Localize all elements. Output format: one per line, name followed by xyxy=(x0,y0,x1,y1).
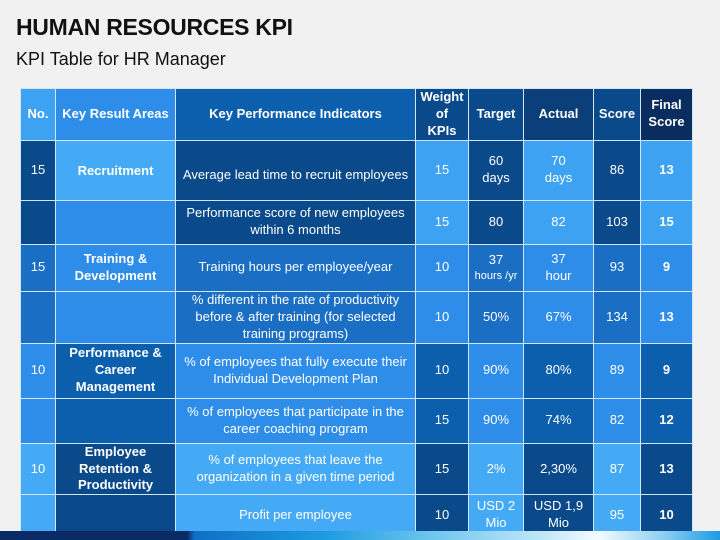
table-row: % of employees that participate in the c… xyxy=(20,397,693,444)
cell-final: 12 xyxy=(640,397,693,444)
cell-actual: 70 days xyxy=(523,139,594,201)
header-score: Score xyxy=(593,88,641,141)
cell-actual: 2,30% xyxy=(523,442,594,496)
cell-no xyxy=(20,290,56,344)
cell-no xyxy=(20,494,56,537)
cell-weight: 15 xyxy=(415,442,469,496)
actual-unit: Mio xyxy=(548,515,569,531)
cell-no: 15 xyxy=(20,243,56,292)
cell-weight: 15 xyxy=(415,397,469,444)
cell-actual: 37 hour xyxy=(523,243,594,292)
cell-actual: 80% xyxy=(523,342,594,399)
table-row: 15 Training & Development Training hours… xyxy=(20,243,693,292)
cell-score: 103 xyxy=(593,199,641,245)
cell-kpi: Performance score of new employees withi… xyxy=(175,199,416,245)
cell-target: 90% xyxy=(468,397,524,444)
cell-target: 50% xyxy=(468,290,524,344)
cell-score: 89 xyxy=(593,342,641,399)
header-kra: Key Result Areas xyxy=(55,88,176,141)
cell-score: 87 xyxy=(593,442,641,496)
cell-no xyxy=(20,199,56,245)
cell-score: 86 xyxy=(593,139,641,201)
cell-score: 93 xyxy=(593,243,641,292)
cell-weight: 10 xyxy=(415,243,469,292)
cell-kra: Training & Development xyxy=(55,243,176,292)
cell-final: 15 xyxy=(640,199,693,245)
cell-kpi: Profit per employee xyxy=(175,494,416,537)
cell-final: 9 xyxy=(640,342,693,399)
cell-no: 15 xyxy=(20,139,56,201)
actual-unit: days xyxy=(544,170,573,186)
cell-final: 13 xyxy=(640,290,693,344)
table-row: Performance score of new employees withi… xyxy=(20,199,693,245)
header-actual: Actual xyxy=(523,88,594,141)
cell-kpi: % of employees that participate in the c… xyxy=(175,397,416,444)
cell-target: 80 xyxy=(468,199,524,245)
cell-weight: 10 xyxy=(415,342,469,399)
cell-kpi: Average lead time to recruit employees xyxy=(175,139,416,201)
cell-kra: Performance & Career Management xyxy=(55,342,176,399)
cell-target: 60 days xyxy=(468,139,524,201)
cell-final: 9 xyxy=(640,243,693,292)
cell-score: 134 xyxy=(593,290,641,344)
page-title: HUMAN RESOURCES KPI xyxy=(16,14,293,40)
cell-actual: 67% xyxy=(523,290,594,344)
cell-final: 13 xyxy=(640,139,693,201)
cell-kpi: % different in the rate of productivity … xyxy=(175,290,416,344)
decorative-banner xyxy=(0,531,720,540)
actual-value: 37 xyxy=(551,250,566,266)
table-row: Profit per employee 10 USD 2 Mio USD 1,9 M… xyxy=(20,494,693,537)
cell-kpi: Training hours per employee/year xyxy=(175,243,416,292)
actual-value: 70 xyxy=(551,153,566,169)
cell-score: 95 xyxy=(593,494,641,537)
cell-actual: 74% xyxy=(523,397,594,444)
table-row: 15 Recruitment Average lead time to recr… xyxy=(20,139,693,201)
target-unit: days xyxy=(482,170,510,186)
cell-final: 10 xyxy=(640,494,693,537)
cell-weight: 10 xyxy=(415,494,469,537)
cell-weight: 10 xyxy=(415,290,469,344)
cell-kra xyxy=(55,397,176,444)
header-kpi: Key Performance Indicators xyxy=(175,88,416,141)
cell-target: 2% xyxy=(468,442,524,496)
cell-kra: Employee Retention & Productivity xyxy=(55,442,176,496)
cell-weight: 15 xyxy=(415,139,469,201)
target-value: 60 xyxy=(488,153,504,169)
target-value: USD 2 xyxy=(476,498,516,514)
cell-kra xyxy=(55,494,176,537)
cell-kra xyxy=(55,290,176,344)
table-row: 10 Performance & Career Management % of … xyxy=(20,342,693,399)
cell-no: 10 xyxy=(20,442,56,496)
header-target: Target xyxy=(468,88,524,141)
target-unit: Mio xyxy=(485,515,507,531)
kpi-table: No. Key Result Areas Key Performance Ind… xyxy=(20,88,693,537)
header-weight: Weight of KPIs xyxy=(415,88,469,141)
actual-unit: hour xyxy=(545,267,572,283)
header-final: Final Score xyxy=(640,88,693,141)
header-no: No. xyxy=(20,88,56,141)
table-row: 10 Employee Retention & Productivity % o… xyxy=(20,442,693,496)
cell-kra: Recruitment xyxy=(55,139,176,201)
target-value: 37 xyxy=(488,252,504,268)
cell-kra xyxy=(55,199,176,245)
page-subtitle: KPI Table for HR Manager xyxy=(16,49,226,69)
target-unit: hours /yr xyxy=(474,269,518,282)
cell-no: 10 xyxy=(20,342,56,399)
actual-value: USD 1,9 xyxy=(533,498,584,514)
cell-score: 82 xyxy=(593,397,641,444)
cell-actual: USD 1,9 Mio xyxy=(523,494,594,537)
table-row: % different in the rate of productivity … xyxy=(20,290,693,344)
cell-actual: 82 xyxy=(523,199,594,245)
cell-kpi: % of employees that leave the organizati… xyxy=(175,442,416,496)
cell-kpi: % of employees that fully execute their … xyxy=(175,342,416,399)
cell-target: USD 2 Mio xyxy=(468,494,524,537)
cell-weight: 15 xyxy=(415,199,469,245)
cell-target: 90% xyxy=(468,342,524,399)
cell-final: 13 xyxy=(640,442,693,496)
cell-target: 37 hours /yr xyxy=(468,243,524,292)
cell-no xyxy=(20,397,56,444)
header-row: No. Key Result Areas Key Performance Ind… xyxy=(20,88,693,141)
